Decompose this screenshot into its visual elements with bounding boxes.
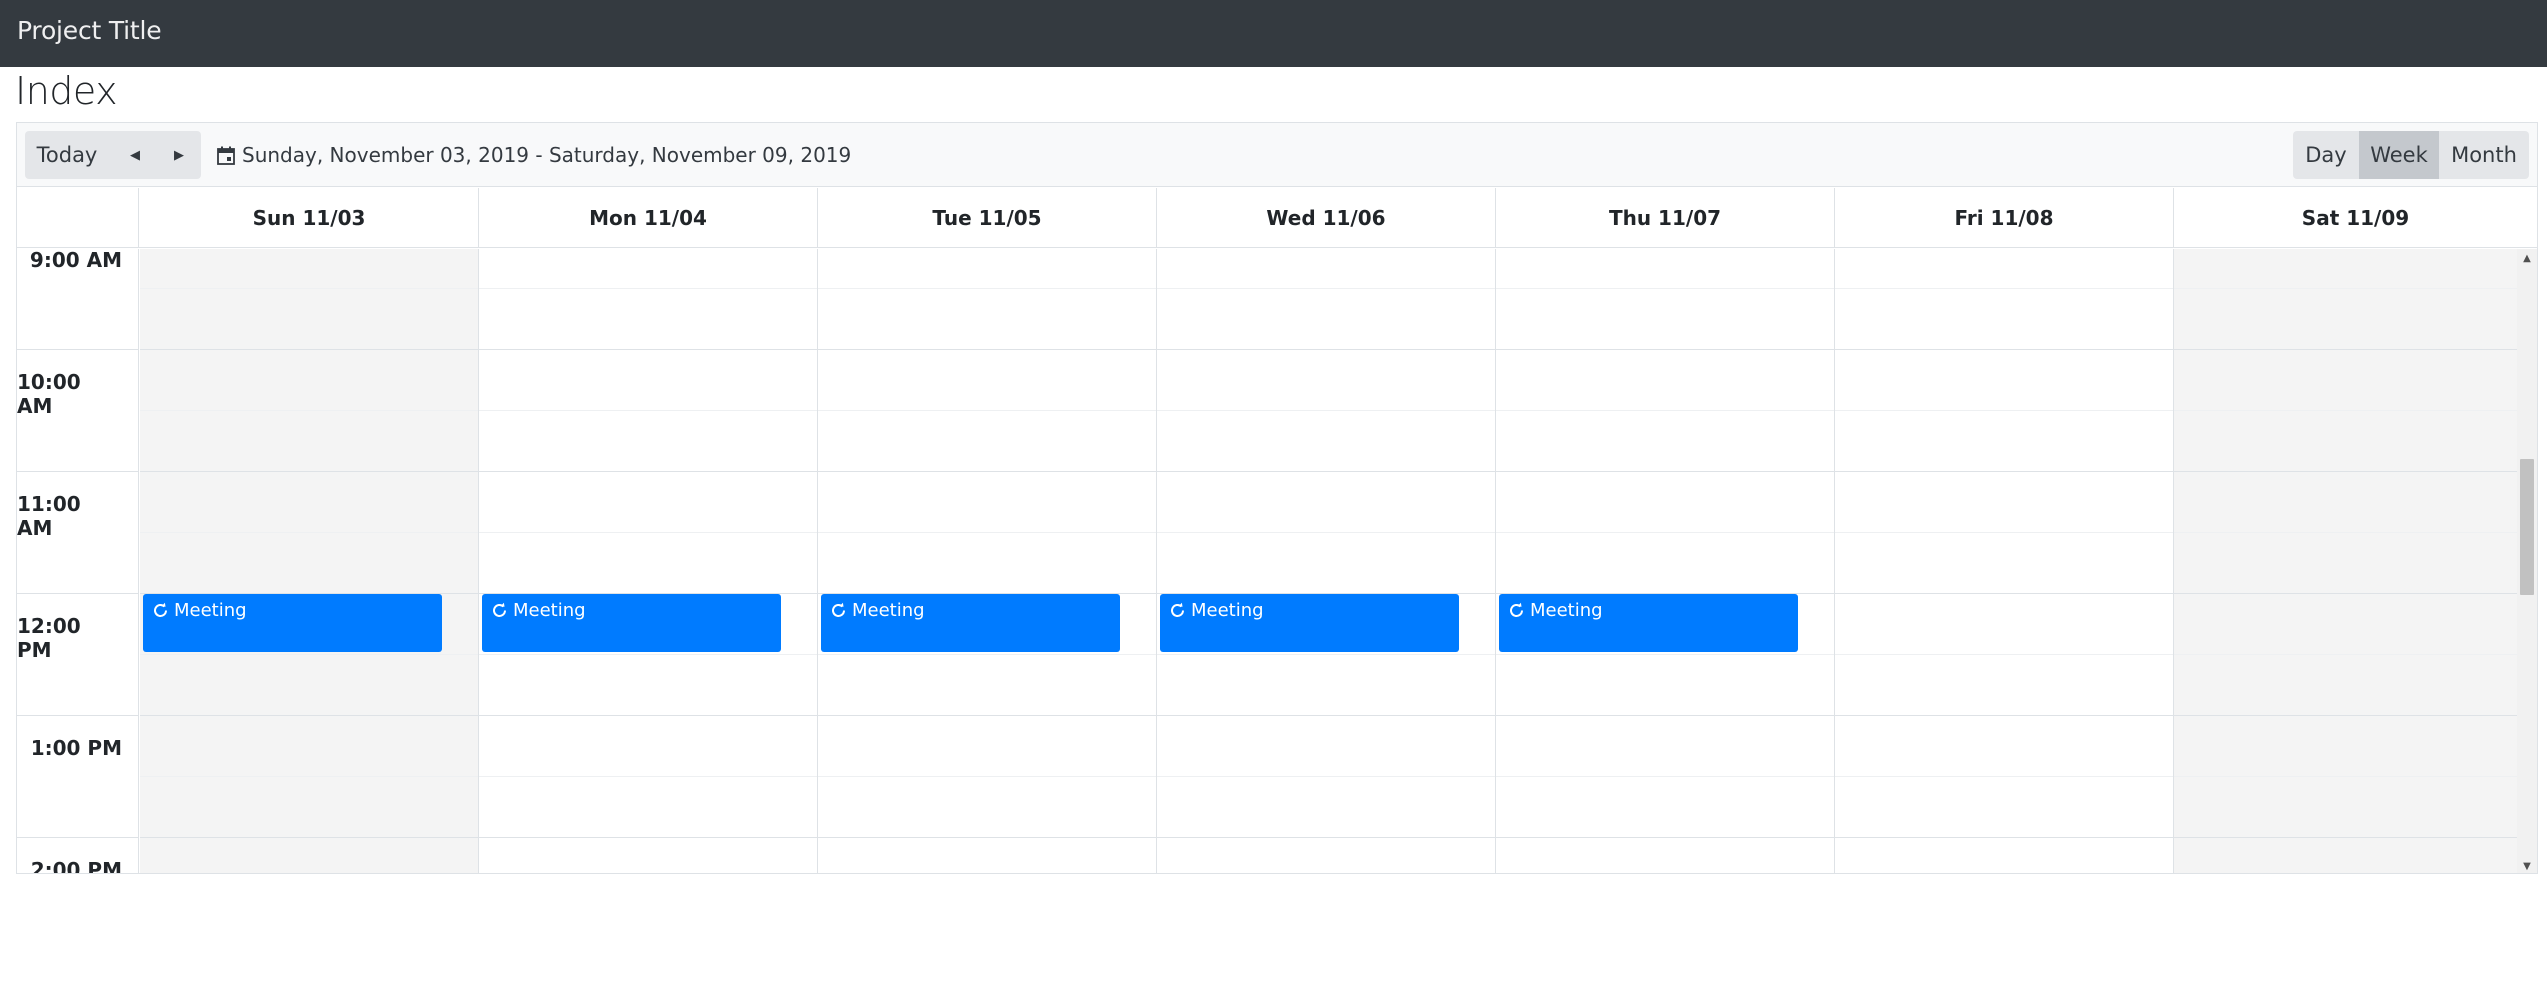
event-meeting-wed[interactable]: Meeting [1160, 594, 1459, 652]
navigation-group: Today ◀ ▶ [25, 131, 201, 179]
time-divider [17, 349, 139, 350]
scheduler-toolbar: Today ◀ ▶ Sunday, November 03, 2019 - Sa… [17, 123, 2537, 187]
time-label: 10:00 AM [17, 370, 81, 418]
day-header-sun: Sun 11/03 [140, 188, 479, 248]
time-label: 12:00 PM [17, 614, 81, 662]
scheduler: Today ◀ ▶ Sunday, November 03, 2019 - Sa… [16, 122, 2538, 874]
next-button[interactable]: ▶ [157, 131, 201, 179]
time-divider [17, 471, 139, 472]
recurrence-icon [491, 602, 508, 619]
event-meeting-tue[interactable]: Meeting [821, 594, 1120, 652]
event-title: Meeting [1191, 600, 1264, 621]
day-header-row: Sun 11/03 Mon 11/04 Tue 11/05 Wed 11/06 … [17, 188, 2537, 248]
time-column: 9:00 AM 10:00 AM 11:00 AM 12:00 PM 1:00 … [17, 249, 139, 874]
event-title: Meeting [174, 600, 247, 621]
brand-title[interactable]: Project Title [17, 16, 162, 45]
time-divider [17, 593, 139, 594]
event-meeting-thu[interactable]: Meeting [1499, 594, 1798, 652]
header-corner [17, 188, 139, 248]
day-header-sat: Sat 11/09 [2301, 206, 2410, 230]
previous-button[interactable]: ◀ [113, 131, 157, 179]
view-switcher: Day Week Month [2293, 131, 2529, 179]
day-header-fri: Fri 11/08 [1835, 188, 2174, 248]
event-title: Meeting [1530, 600, 1603, 621]
scroll-down-arrow-icon[interactable]: ▼ [2517, 857, 2537, 873]
recurrence-icon [1169, 602, 1186, 619]
page-title: Index [15, 69, 118, 113]
view-day-button[interactable]: Day [2293, 131, 2359, 179]
view-month-button[interactable]: Month [2439, 131, 2529, 179]
today-button[interactable]: Today [25, 131, 109, 179]
date-range-label: Sunday, November 03, 2019 - Saturday, No… [242, 143, 852, 167]
day-column-tue[interactable] [818, 249, 1157, 873]
time-label: 9:00 AM [29, 249, 122, 272]
scroll-up-arrow-icon[interactable]: ▲ [2517, 249, 2537, 267]
time-label: 11:00 AM [17, 492, 81, 540]
time-label: 2:00 PM [30, 858, 122, 874]
day-column-wed[interactable] [1157, 249, 1496, 873]
calendar-body: 9:00 AM 10:00 AM 11:00 AM 12:00 PM 1:00 … [17, 249, 2537, 874]
view-week-button[interactable]: Week [2359, 131, 2439, 179]
time-divider [17, 715, 139, 716]
time-divider [17, 837, 139, 838]
vertical-scrollbar[interactable]: ▲ ▼ [2517, 249, 2537, 873]
recurrence-icon [152, 602, 169, 619]
event-title: Meeting [513, 600, 586, 621]
day-column-mon[interactable] [479, 249, 818, 873]
day-header-thu: Thu 11/07 [1496, 188, 1835, 248]
day-header-tue: Tue 11/05 [818, 188, 1157, 248]
scroll-thumb[interactable] [2520, 459, 2534, 595]
day-column-sun[interactable] [140, 249, 479, 873]
time-label: 1:00 PM [30, 736, 122, 760]
event-meeting-mon[interactable]: Meeting [482, 594, 781, 652]
day-column-thu[interactable] [1496, 249, 1835, 873]
recurrence-icon [830, 602, 847, 619]
event-meeting-sun[interactable]: Meeting [143, 594, 442, 652]
date-range-button[interactable]: Sunday, November 03, 2019 - Saturday, No… [217, 137, 851, 173]
day-column-fri[interactable] [1835, 249, 2174, 873]
day-header-mon: Mon 11/04 [479, 188, 818, 248]
event-title: Meeting [852, 600, 925, 621]
navbar: Project Title [0, 0, 2547, 67]
day-header-wed: Wed 11/06 [1157, 188, 1496, 248]
calendar-icon [217, 146, 235, 165]
day-column-sat[interactable] [2174, 249, 2517, 873]
caret-right-icon: ▶ [174, 147, 184, 163]
recurrence-icon [1508, 602, 1525, 619]
caret-left-icon: ◀ [130, 147, 140, 163]
